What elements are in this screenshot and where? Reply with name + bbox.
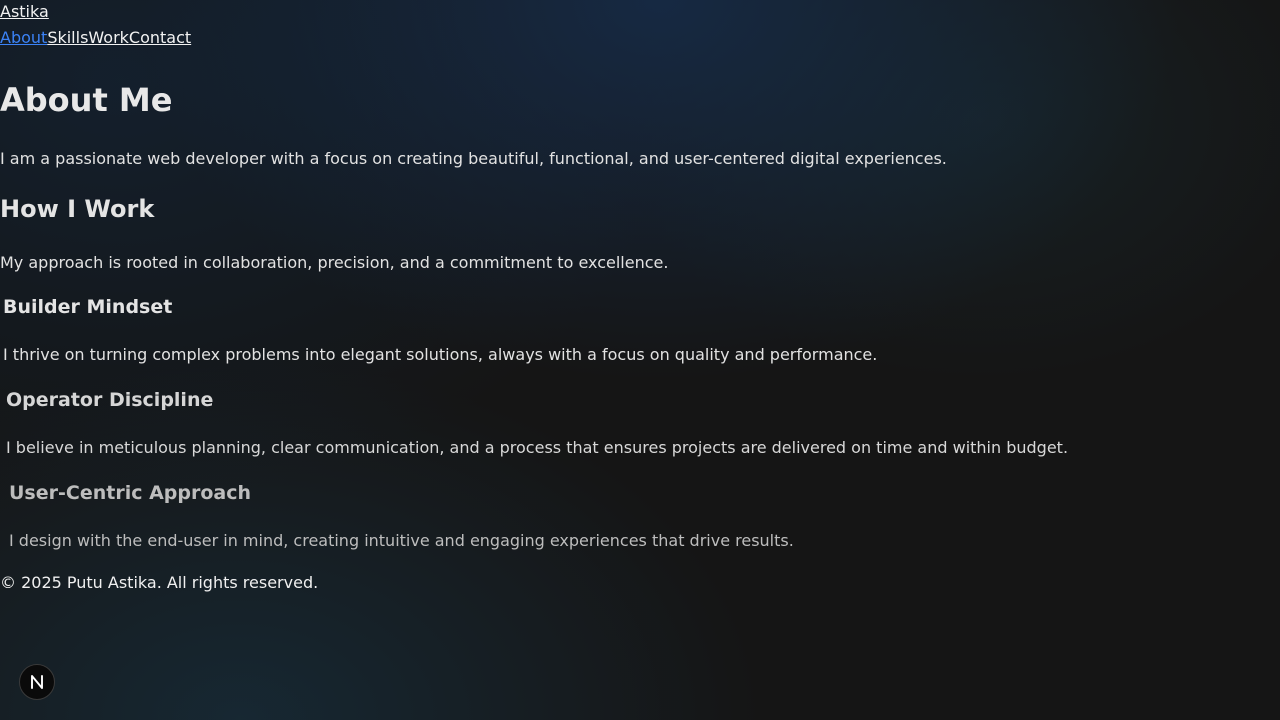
card-title-builder-mindset: Builder Mindset [3,296,173,318]
nav-link-contact[interactable]: Contact [129,30,191,46]
nav-link-work[interactable]: Work [88,30,129,46]
card-title-user-centric: User-Centric Approach [9,482,252,504]
card-desc-user-centric: I design with the end-user in mind, crea… [9,531,794,550]
card-title-operator-discipline: Operator Discipline [6,389,214,411]
footer-copyright: © 2025 Putu Astika. All rights reserved. [0,573,319,592]
nextjs-dev-tools-button[interactable] [19,664,55,700]
how-i-work-description: My approach is rooted in collaboration, … [0,253,669,272]
brand-logo-link[interactable]: Astika [0,4,49,20]
nextjs-n-icon [31,675,43,689]
card-desc-operator-discipline: I believe in meticulous planning, clear … [6,438,1069,457]
nav-link-about[interactable]: About [0,30,47,46]
card-desc-builder-mindset: I thrive on turning complex problems int… [3,345,878,364]
how-i-work-heading: How I Work [0,195,155,223]
about-heading: About Me [0,81,173,119]
about-description: I am a passionate web developer with a f… [0,149,947,168]
main-nav: About Skills Work Contact [0,30,191,46]
nav-link-skills[interactable]: Skills [47,30,88,46]
